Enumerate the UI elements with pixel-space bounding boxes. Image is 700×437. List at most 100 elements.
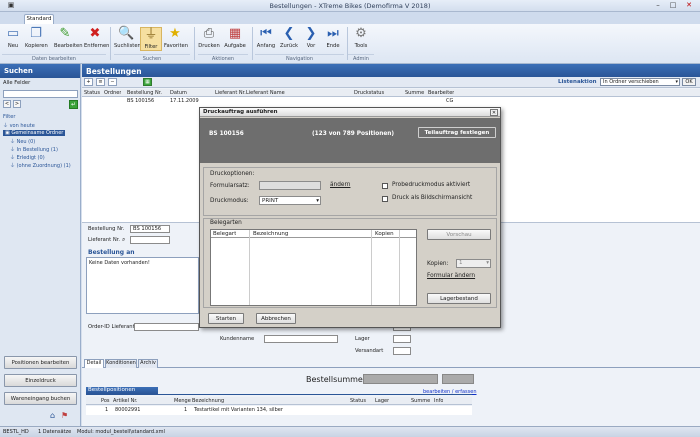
- bel-col-bezeichnung[interactable]: Bezeichnung: [253, 231, 288, 237]
- filter-item-in-order[interactable]: ⏚ In Bestellung (1): [10, 146, 58, 153]
- pos-col-artikel[interactable]: Artikel Nr.: [113, 398, 138, 404]
- home-icon[interactable]: ⌂: [50, 411, 55, 420]
- minimize-button[interactable]: –: [652, 1, 664, 10]
- new-button[interactable]: ▭ Neu: [2, 27, 24, 50]
- pos-col-bezeichnung[interactable]: Bezeichnung: [192, 398, 224, 404]
- filter-button[interactable]: ⏚ Filter: [140, 27, 162, 51]
- filter-item-shared-folder[interactable]: ▣ Gemeinsame Ordner: [3, 130, 66, 136]
- filter-item-done[interactable]: ⏚ Erledigt (0): [10, 154, 45, 161]
- order-id-field[interactable]: [134, 323, 199, 331]
- task-button[interactable]: ▦ Aufgabe: [224, 26, 246, 50]
- pos-col-pos[interactable]: Pos: [101, 398, 110, 404]
- first-button[interactable]: ⏮ Anfang: [255, 27, 277, 50]
- einzeldruck-button[interactable]: Einzeldruck: [4, 374, 77, 387]
- col-lieferant-nr[interactable]: Lieferant Nr.: [215, 90, 246, 96]
- col-summe[interactable]: Summe: [405, 90, 424, 96]
- bel-col-kopien[interactable]: Kopien: [375, 231, 394, 237]
- pos-col-info[interactable]: Info: [434, 398, 443, 404]
- forward-button[interactable]: ❯ Vor: [300, 27, 322, 50]
- search-input[interactable]: [3, 90, 78, 98]
- suchlisten-button[interactable]: 🔍 Suchlisten: [114, 27, 141, 50]
- edit-label: Bearbeiten: [54, 43, 83, 49]
- tab-konditionen[interactable]: Konditionen: [105, 359, 137, 368]
- back-icon: ❮: [283, 26, 295, 41]
- filter-icon: ⏚: [144, 27, 158, 42]
- settings-icon[interactable]: ⚑: [61, 411, 68, 420]
- divider: [371, 230, 372, 305]
- col-ordner[interactable]: Ordner: [104, 90, 121, 96]
- lookup-icon[interactable]: ⌕: [122, 236, 125, 244]
- print-button[interactable]: ⎙ Drucken: [198, 27, 220, 50]
- druckmodus-select[interactable]: PRINT ▾: [259, 196, 321, 205]
- filter-icon: ⏚: [10, 147, 17, 153]
- belegarten-table[interactable]: Belegart Bezeichnung Kopien: [210, 229, 417, 306]
- tab-standard[interactable]: Standard: [24, 14, 54, 24]
- tab-archiv[interactable]: Archiv: [138, 359, 158, 368]
- search-go-icon[interactable]: ↵: [69, 100, 78, 109]
- col-bearbeiter[interactable]: Bearbeiter: [428, 90, 454, 96]
- add-row-icon[interactable]: +: [84, 78, 93, 86]
- delete-button[interactable]: ✖ Entfernen: [84, 27, 109, 50]
- abbrechen-button[interactable]: Abbrechen: [256, 313, 296, 324]
- last-button[interactable]: ⏭ Ende: [322, 27, 344, 50]
- edit-button[interactable]: ✎ Bearbeiten: [54, 27, 83, 50]
- col-lieferant-name[interactable]: Lieferant Name: [246, 90, 285, 96]
- table-row[interactable]: 1 80002991 1 Testartikel mit Varianten 1…: [86, 406, 472, 415]
- pos-col-status[interactable]: Status: [350, 398, 366, 404]
- next-icon[interactable]: >: [13, 100, 21, 108]
- back-button[interactable]: ❮ Zurück: [278, 26, 300, 50]
- filter-item-unassigned[interactable]: ⏚ (ohne Zuordnung) (1): [10, 162, 71, 169]
- maximize-button[interactable]: □: [667, 1, 679, 10]
- kopien-stepper[interactable]: 1 ▾: [456, 259, 491, 268]
- kundenname-field[interactable]: [264, 335, 338, 343]
- excel-icon[interactable]: ▦: [143, 78, 152, 86]
- starten-button[interactable]: Starten: [208, 313, 244, 324]
- pos-col-lager[interactable]: Lager: [375, 398, 389, 404]
- ok-button[interactable]: OK: [682, 78, 696, 86]
- ribbon-separator: [194, 27, 195, 60]
- formular-aendern-link[interactable]: Formular ändern: [427, 273, 475, 279]
- probedruck-checkbox[interactable]: [382, 183, 388, 189]
- task-icon: ▦: [228, 26, 242, 41]
- bildschirm-checkbox[interactable]: [382, 196, 388, 202]
- print-label: Drucken: [198, 43, 220, 49]
- tools-button[interactable]: ⚙ Tools: [350, 27, 372, 50]
- pos-col-summe[interactable]: Summe: [411, 398, 430, 404]
- vorschau-button[interactable]: Vorschau: [427, 229, 491, 240]
- lagerbestand-button[interactable]: Lagerbestand: [427, 293, 491, 304]
- teilauftrag-button[interactable]: Teilauftrag festlegen: [418, 127, 496, 138]
- favoriten-button[interactable]: ★ Favoriten: [164, 27, 188, 50]
- list-action-select[interactable]: In Ordner verschieben ▾: [600, 78, 680, 86]
- close-button[interactable]: ✕: [683, 1, 695, 10]
- druckoptionen-group: Druckoptionen: Formularsatz: ändern Druc…: [203, 167, 497, 216]
- dialog-close-icon[interactable]: ✕: [490, 109, 498, 116]
- formularsatz-field[interactable]: [259, 181, 321, 190]
- formularsatz-aendern-link[interactable]: ändern: [330, 182, 350, 188]
- ribbon: ▭ Neu ❐ Kopieren ✎ Bearbeiten ✖ Entfernen Da…: [0, 24, 700, 64]
- address-box[interactable]: Keine Daten vorhanden!: [86, 257, 199, 314]
- tab-detail[interactable]: Detail: [84, 359, 104, 368]
- bel-col-belegart[interactable]: Belegart: [213, 231, 236, 237]
- col-datum[interactable]: Datum: [170, 90, 187, 96]
- table-row[interactable]: BS 100156 17.11.2009 CG: [82, 97, 700, 105]
- bestellung-nr-field[interactable]: BS 100156: [130, 225, 170, 233]
- remove-row-icon[interactable]: −: [108, 78, 117, 86]
- wareneingang-buchen-button[interactable]: Wareneingang buchen: [4, 392, 77, 405]
- positionen-bearbeiten-button[interactable]: Positionen bearbeiten: [4, 356, 77, 369]
- kopien-value: 1: [459, 260, 463, 266]
- filter-label: (ohne Zuordnung) (1): [16, 163, 71, 169]
- col-bestellung-nr[interactable]: Bestellung Nr.: [127, 90, 162, 96]
- bildschirm-label: Druck als Bildschirmansicht: [392, 195, 473, 201]
- copy-button[interactable]: ❐ Kopieren: [25, 27, 48, 50]
- list-action-label: Listenaktion: [558, 79, 597, 85]
- lieferant-nr-field[interactable]: [130, 236, 170, 244]
- prev-icon[interactable]: <: [3, 100, 11, 108]
- lager-field[interactable]: [393, 335, 411, 343]
- columns-icon[interactable]: ≡: [96, 78, 105, 86]
- filter-item-today[interactable]: ⏚ von heute: [3, 122, 35, 129]
- col-status[interactable]: Status: [84, 90, 100, 96]
- versandart-field[interactable]: [393, 347, 411, 355]
- col-druckstatus[interactable]: Druckstatus: [354, 90, 384, 96]
- filter-item-new[interactable]: ⏚ Neu (0): [10, 138, 35, 145]
- pos-col-menge[interactable]: Menge: [174, 398, 191, 404]
